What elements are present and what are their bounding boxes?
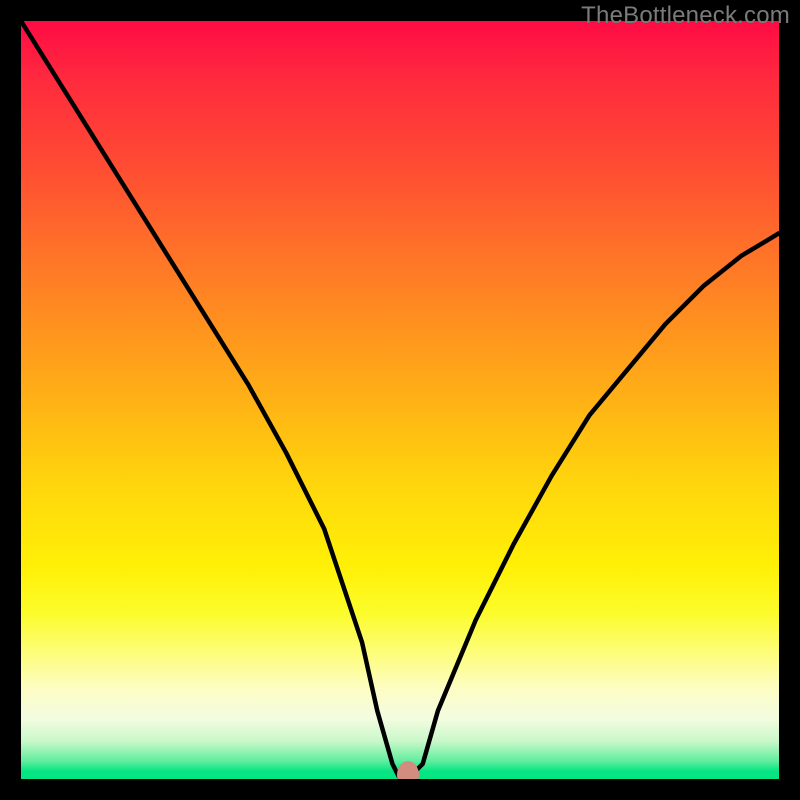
optimum-marker (397, 761, 419, 779)
plot-area (21, 21, 779, 779)
watermark-text: TheBottleneck.com (581, 2, 790, 30)
bottleneck-curve (21, 21, 779, 779)
chart-frame: TheBottleneck.com (0, 0, 800, 800)
